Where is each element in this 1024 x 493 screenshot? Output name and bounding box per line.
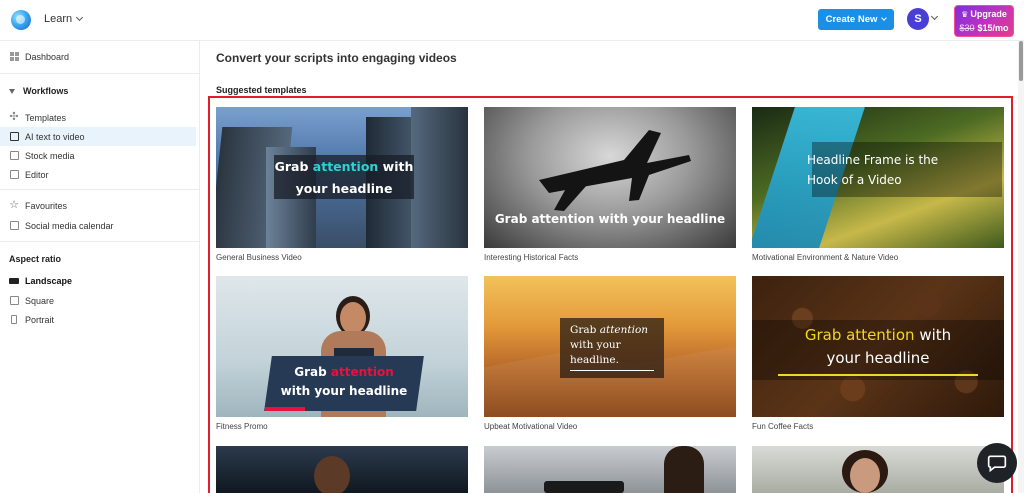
editor-icon bbox=[9, 170, 19, 180]
sidebar-item-label: Dashboard bbox=[25, 51, 70, 62]
aspect-portrait[interactable]: Portrait bbox=[0, 310, 196, 329]
chevron-down-icon bbox=[881, 15, 888, 21]
collapse-triangle-icon bbox=[9, 88, 15, 94]
template-label: Interesting Historical Facts bbox=[484, 253, 579, 262]
page-title: Convert your scripts into engaging video… bbox=[216, 51, 457, 65]
aspect-ratio-heading: Aspect ratio bbox=[9, 254, 62, 264]
learn-menu[interactable]: Learn bbox=[44, 13, 84, 25]
template-card[interactable] bbox=[752, 446, 1004, 493]
learn-label: Learn bbox=[44, 13, 73, 25]
crown-icon: ♛ bbox=[961, 10, 969, 19]
chat-button[interactable] bbox=[977, 443, 1017, 483]
sidebar-item-ai-text-to-video[interactable]: AI text to video bbox=[0, 127, 196, 146]
sidebar-item-label: Stock media bbox=[25, 150, 75, 161]
portrait-icon bbox=[9, 315, 19, 325]
template-thumbnail[interactable]: Grab attention with your headline. bbox=[484, 276, 736, 417]
template-label: Fitness Promo bbox=[216, 422, 268, 431]
template-thumbnail[interactable] bbox=[484, 446, 736, 493]
create-new-label: Create New bbox=[825, 14, 878, 25]
sidebar-item-social-calendar[interactable]: Social media calendar bbox=[0, 216, 196, 235]
aspect-square[interactable]: Square bbox=[0, 291, 196, 310]
scrollbar-thumb[interactable] bbox=[1019, 41, 1023, 81]
grid-icon bbox=[9, 52, 19, 62]
sidebar: Dashboard Workflows ✣ Templates AI text … bbox=[0, 41, 200, 493]
template-card[interactable]: Grab attention with your headline Fun Co… bbox=[752, 276, 1004, 431]
top-bar: Learn Create New S ♛ Upgrade $30 $15/mo bbox=[0, 0, 1024, 41]
workflows-heading[interactable]: Workflows bbox=[9, 86, 68, 96]
template-card[interactable] bbox=[216, 446, 468, 493]
square-icon bbox=[9, 296, 19, 306]
calendar-icon bbox=[9, 221, 19, 231]
template-thumbnail[interactable]: Headline Frame is the Hook of a Video bbox=[752, 107, 1004, 248]
chat-icon bbox=[987, 455, 1007, 473]
template-label: Fun Coffee Facts bbox=[752, 422, 814, 431]
aspect-label: Portrait bbox=[25, 314, 55, 325]
main-content: Convert your scripts into engaging video… bbox=[201, 41, 1024, 493]
sidebar-item-editor[interactable]: Editor bbox=[0, 165, 196, 184]
aspect-label: Landscape bbox=[25, 275, 73, 286]
template-label: General Business Video bbox=[216, 253, 302, 262]
template-thumbnail[interactable] bbox=[216, 446, 468, 493]
template-thumbnail[interactable]: Grab attention with your headline bbox=[216, 276, 468, 417]
template-card[interactable]: Grab attention with your headline Intere… bbox=[484, 107, 736, 262]
template-thumbnail[interactable] bbox=[752, 446, 1004, 493]
templates-icon: ✣ bbox=[9, 111, 19, 123]
section-title: Suggested templates bbox=[216, 85, 307, 95]
landscape-icon bbox=[9, 276, 19, 286]
star-icon: ☆ bbox=[9, 199, 19, 211]
template-label: Motivational Environment & Nature Video bbox=[752, 253, 899, 262]
divider bbox=[0, 189, 200, 190]
sidebar-item-label: Favourites bbox=[25, 200, 68, 211]
aspect-label: Square bbox=[25, 295, 55, 306]
divider bbox=[0, 73, 200, 74]
sidebar-item-label: Social media calendar bbox=[25, 220, 114, 231]
sidebar-item-templates[interactable]: ✣ Templates bbox=[0, 108, 196, 127]
airplane-icon bbox=[539, 130, 691, 211]
app-logo-icon[interactable] bbox=[11, 10, 31, 30]
template-card[interactable]: Grab attention with your headline. Upbea… bbox=[484, 276, 736, 431]
template-thumbnail[interactable]: Grab attention with your headline bbox=[484, 107, 736, 248]
ai-video-icon bbox=[9, 132, 19, 142]
upgrade-button[interactable]: ♛ Upgrade $30 $15/mo bbox=[954, 5, 1014, 37]
sidebar-item-favourites[interactable]: ☆ Favourites bbox=[0, 196, 196, 215]
sidebar-item-label: AI text to video bbox=[25, 131, 85, 142]
sidebar-item-dashboard[interactable]: Dashboard bbox=[0, 47, 196, 66]
stock-media-icon bbox=[9, 151, 19, 161]
template-card[interactable]: Headline Frame is the Hook of a Video Mo… bbox=[752, 107, 1004, 262]
create-new-button[interactable]: Create New bbox=[818, 9, 894, 30]
sidebar-item-label: Templates bbox=[25, 112, 67, 123]
sidebar-item-label: Editor bbox=[25, 169, 49, 180]
template-thumbnail[interactable]: Grab attention with your headline bbox=[216, 107, 468, 248]
chevron-down-icon[interactable] bbox=[930, 12, 939, 21]
template-card[interactable]: Grab attention with your headline Fitnes… bbox=[216, 276, 468, 431]
old-price: $30 bbox=[959, 23, 975, 33]
template-label: Upbeat Motivational Video bbox=[484, 422, 578, 431]
chevron-down-icon bbox=[76, 13, 84, 22]
sidebar-item-stock-media[interactable]: Stock media bbox=[0, 146, 196, 165]
aspect-landscape[interactable]: Landscape bbox=[0, 271, 196, 290]
template-card[interactable] bbox=[484, 446, 736, 493]
divider bbox=[0, 241, 200, 242]
scrollbar[interactable] bbox=[1018, 41, 1024, 493]
avatar[interactable]: S bbox=[907, 8, 929, 30]
template-thumbnail[interactable]: Grab attention with your headline bbox=[752, 276, 1004, 417]
upgrade-label: Upgrade bbox=[970, 9, 1007, 19]
template-card[interactable]: Grab attention with your headline Genera… bbox=[216, 107, 468, 262]
new-price: $15/mo bbox=[977, 23, 1009, 33]
